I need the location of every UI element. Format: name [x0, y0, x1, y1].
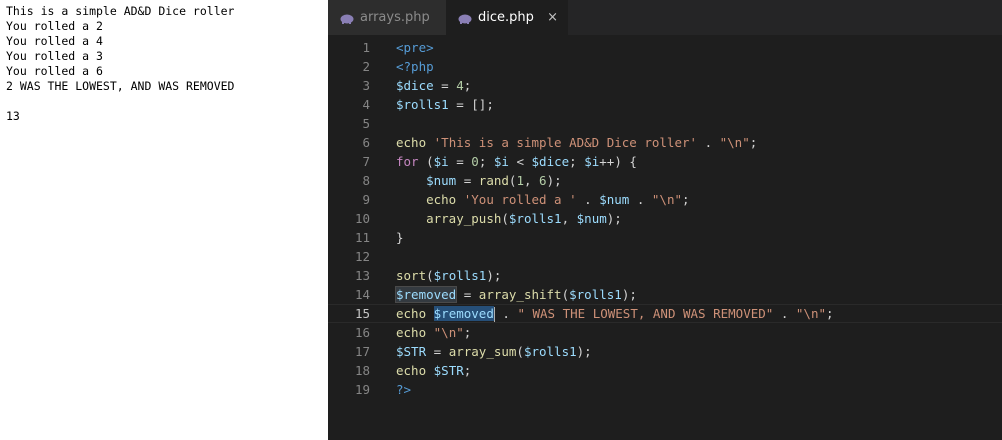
code-line[interactable]: 8 $num = rand(1, 6); — [328, 171, 1002, 190]
line-number: 2 — [362, 59, 370, 74]
line-number: 11 — [354, 230, 370, 245]
code-area[interactable]: 1 <pre> 2 <?php 3 $dice = 4; 4 $rolls1 = []; 5 6 e… — [328, 38, 1002, 399]
code-line[interactable]: 19 ?> — [328, 380, 1002, 399]
output-line: You rolled a 2 — [6, 19, 103, 33]
code-text: $dice = 4; — [396, 78, 472, 93]
tab-label: arrays.php — [360, 10, 430, 25]
code-text: array_push($rolls1, $num); — [426, 211, 622, 226]
code-text: echo $removed . " WAS THE LOWEST, AND WA… — [396, 306, 834, 322]
line-number: 16 — [354, 325, 370, 340]
code-line[interactable]: 6 echo 'This is a simple AD&D Dice roller… — [328, 133, 1002, 152]
code-line[interactable]: 13 sort($rolls1); — [328, 266, 1002, 285]
code-text: $num = rand(1, 6); — [426, 173, 562, 188]
close-icon[interactable]: × — [547, 10, 558, 25]
code-line[interactable]: 12 — [328, 247, 1002, 266]
code-line[interactable]: 14 $removed = array_shift($rolls1); — [328, 285, 1002, 304]
line-number: 3 — [362, 78, 370, 93]
code-line[interactable]: 7 for ($i = 0; $i < $dice; $i++) { — [328, 152, 1002, 171]
output-text: This is a simple AD&D Dice roller You rol… — [0, 0, 328, 124]
line-number: 4 — [362, 97, 370, 112]
code-line[interactable]: 11} — [328, 228, 1002, 247]
line-number: 18 — [354, 363, 370, 378]
output-line: This is a simple AD&D Dice roller — [6, 4, 235, 18]
code-text: echo 'You rolled a ' . $num . "\n"; — [426, 192, 690, 207]
line-number: 13 — [354, 268, 370, 283]
line-number: 15 — [354, 306, 370, 321]
php-elephant-icon — [458, 13, 472, 24]
code-text: } — [396, 230, 404, 245]
code-editor: arrays.php dice.php × 1 <pre> 2 <?php 3 $dice… — [328, 0, 1002, 440]
code-text: for ($i = 0; $i < $dice; $i++) { — [396, 154, 637, 169]
line-number: 5 — [362, 116, 370, 131]
php-elephant-icon — [340, 13, 354, 24]
code-line[interactable]: 1 <pre> — [328, 38, 1002, 57]
line-number: 10 — [354, 211, 370, 226]
output-line: 13 — [6, 109, 20, 123]
code-line[interactable]: 10 array_push($rolls1, $num); — [328, 209, 1002, 228]
code-text: echo $STR; — [396, 363, 472, 378]
code-line[interactable]: 18 echo $STR; — [328, 361, 1002, 380]
code-text: $rolls1 = []; — [396, 97, 494, 112]
code-line[interactable]: 2 <?php — [328, 57, 1002, 76]
line-number: 12 — [354, 249, 370, 264]
tab-dice-php[interactable]: dice.php × — [446, 0, 568, 35]
code-line[interactable]: 17 $STR = array_sum($rolls1); — [328, 342, 1002, 361]
line-number: 19 — [354, 382, 370, 397]
code-text: $STR = array_sum($rolls1); — [396, 344, 592, 359]
browser-output-panel: This is a simple AD&D Dice roller You rol… — [0, 0, 328, 440]
code-text: $removed = array_shift($rolls1); — [394, 286, 637, 303]
code-text: echo "\n"; — [396, 325, 472, 340]
line-number: 8 — [362, 173, 370, 188]
tab-label: dice.php — [478, 10, 534, 25]
code-line[interactable]: 15 echo $removed . " WAS THE LOWEST, AND … — [328, 304, 1002, 323]
code-line[interactable]: 4 $rolls1 = []; — [328, 95, 1002, 114]
output-line: 2 WAS THE LOWEST, AND WAS REMOVED — [6, 79, 235, 93]
text-cursor — [493, 307, 495, 322]
code-text: ?> — [396, 382, 412, 397]
line-number: 14 — [354, 287, 370, 302]
line-number: 1 — [362, 40, 370, 55]
code-text: <pre> — [396, 40, 434, 55]
line-number: 9 — [362, 192, 370, 207]
code-text: echo 'This is a simple AD&D Dice roller'… — [396, 135, 758, 150]
code-line[interactable]: 9 echo 'You rolled a ' . $num . "\n"; — [328, 190, 1002, 209]
line-number: 7 — [362, 154, 370, 169]
code-line[interactable]: 3 $dice = 4; — [328, 76, 1002, 95]
code-line[interactable]: 16 echo "\n"; — [328, 323, 1002, 342]
code-text: <?php — [396, 59, 434, 74]
code-text: sort($rolls1); — [396, 268, 502, 283]
code-line[interactable]: 5 — [328, 114, 1002, 133]
line-number: 6 — [362, 135, 370, 150]
tab-bar: arrays.php dice.php × — [328, 0, 1002, 35]
output-line: You rolled a 4 — [6, 34, 103, 48]
line-number: 17 — [354, 344, 370, 359]
output-line: You rolled a 3 — [6, 49, 103, 63]
output-line: You rolled a 6 — [6, 64, 103, 78]
tab-arrays-php[interactable]: arrays.php — [328, 0, 446, 35]
